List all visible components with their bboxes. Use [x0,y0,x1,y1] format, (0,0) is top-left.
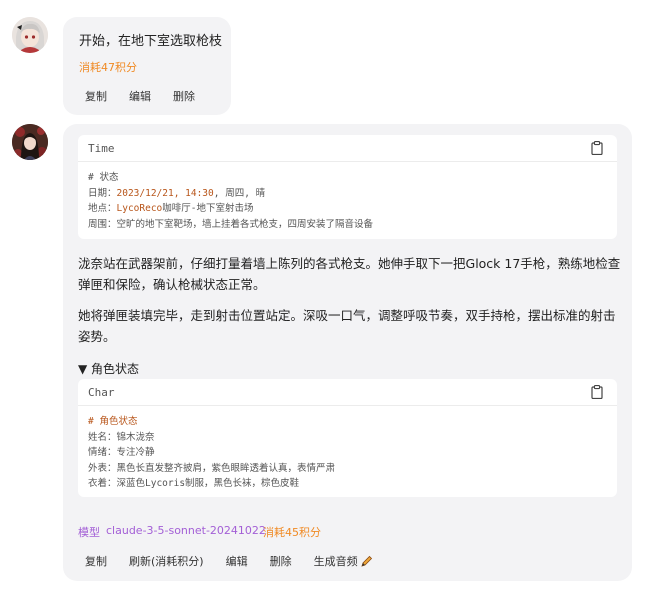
user-actions: 复制 编辑 删除 [85,88,195,104]
code-line: # 状态 [88,172,119,183]
code-language-label: Time [88,142,115,155]
code-language-label: Char [88,386,115,399]
copy-button[interactable]: 复制 [85,553,107,569]
copy-button[interactable]: 复制 [85,88,107,104]
char-code-block: Char # 角色状态 姓名：锦木泷奈 情绪：专注冷静 外表：黑色长直发整齐披肩… [78,379,617,497]
model-label: 模型 [78,526,100,539]
user-avatar [12,17,48,53]
code-line: 周围：空旷的地下室靶场，墙上挂着各式枪支，四周安装了隔音设备 [88,218,374,230]
location-value: LycoReco [116,203,163,214]
time-code-content: # 状态 日期：2023/12/21, 14:30, 周四, 晴 地点：Lyco… [78,162,617,232]
edit-button[interactable]: 编辑 [226,553,248,569]
char-code-content: # 角色状态 姓名：锦木泷奈 情绪：专注冷静 外表：黑色长直发整齐披肩，紫色眼眸… [78,406,617,492]
code-line: 日期：2023/12/21, 14:30, 周四, 晴 [88,187,266,199]
code-line: 情绪：专注冷静 [88,447,155,458]
delete-button[interactable]: 删除 [173,88,195,104]
clipboard-icon[interactable] [591,385,603,399]
pencil-icon [361,555,373,567]
code-line: 外表：黑色长直发整齐披肩，紫色眼眸透着认真，表情严肃 [88,462,336,474]
ai-actions: 复制 刷新(消耗积分) 编辑 删除 生成音频 [85,553,373,569]
ai-message-bubble: Time # 状态 日期：2023/12/21, 14:30, 周四, 晴 地点… [63,124,632,581]
code-line: # 角色状态 [88,416,138,427]
code-header: Char [78,379,617,406]
user-message-bubble: 开始，在地下室选取枪枝 消耗47积分 复制 编辑 删除 [63,17,231,115]
ai-avatar [12,124,48,160]
time-code-block: Time # 状态 日期：2023/12/21, 14:30, 周四, 晴 地点… [78,135,617,239]
date-value: 2023/12/21, 14:30 [116,187,214,199]
user-cost-label: 消耗47积分 [79,61,137,74]
character-status-toggle[interactable]: ▼ 角色状态 [78,360,139,377]
user-message-text: 开始，在地下室选取枪枝 [79,34,223,49]
clipboard-icon[interactable] [591,141,603,155]
ai-cost-label: 消耗45积分 [263,526,321,539]
delete-button[interactable]: 删除 [270,553,292,569]
model-name: claude-3-5-sonnet-20241022 [106,524,266,537]
story-paragraph: 泷奈站在武器架前，仔细打量着墙上陈列的各式枪支。她伸手取下一把Glock 17手… [78,256,621,292]
generate-audio-button[interactable]: 生成音频 [314,553,374,569]
code-line: 地点：LycoReco咖啡厅-地下室射击场 [88,203,254,214]
refresh-button[interactable]: 刷新(消耗积分) [129,553,204,569]
edit-button[interactable]: 编辑 [129,88,151,104]
code-header: Time [78,135,617,162]
story-paragraph: 她将弹匣装填完毕，走到射击位置站定。深吸一口气，调整呼吸节奏，双手持枪，摆出标准… [78,308,616,344]
code-line: 衣着：深蓝色Lycoris制服，黑色长袜，棕色皮鞋 [88,478,300,489]
code-line: 姓名：锦木泷奈 [88,431,155,443]
